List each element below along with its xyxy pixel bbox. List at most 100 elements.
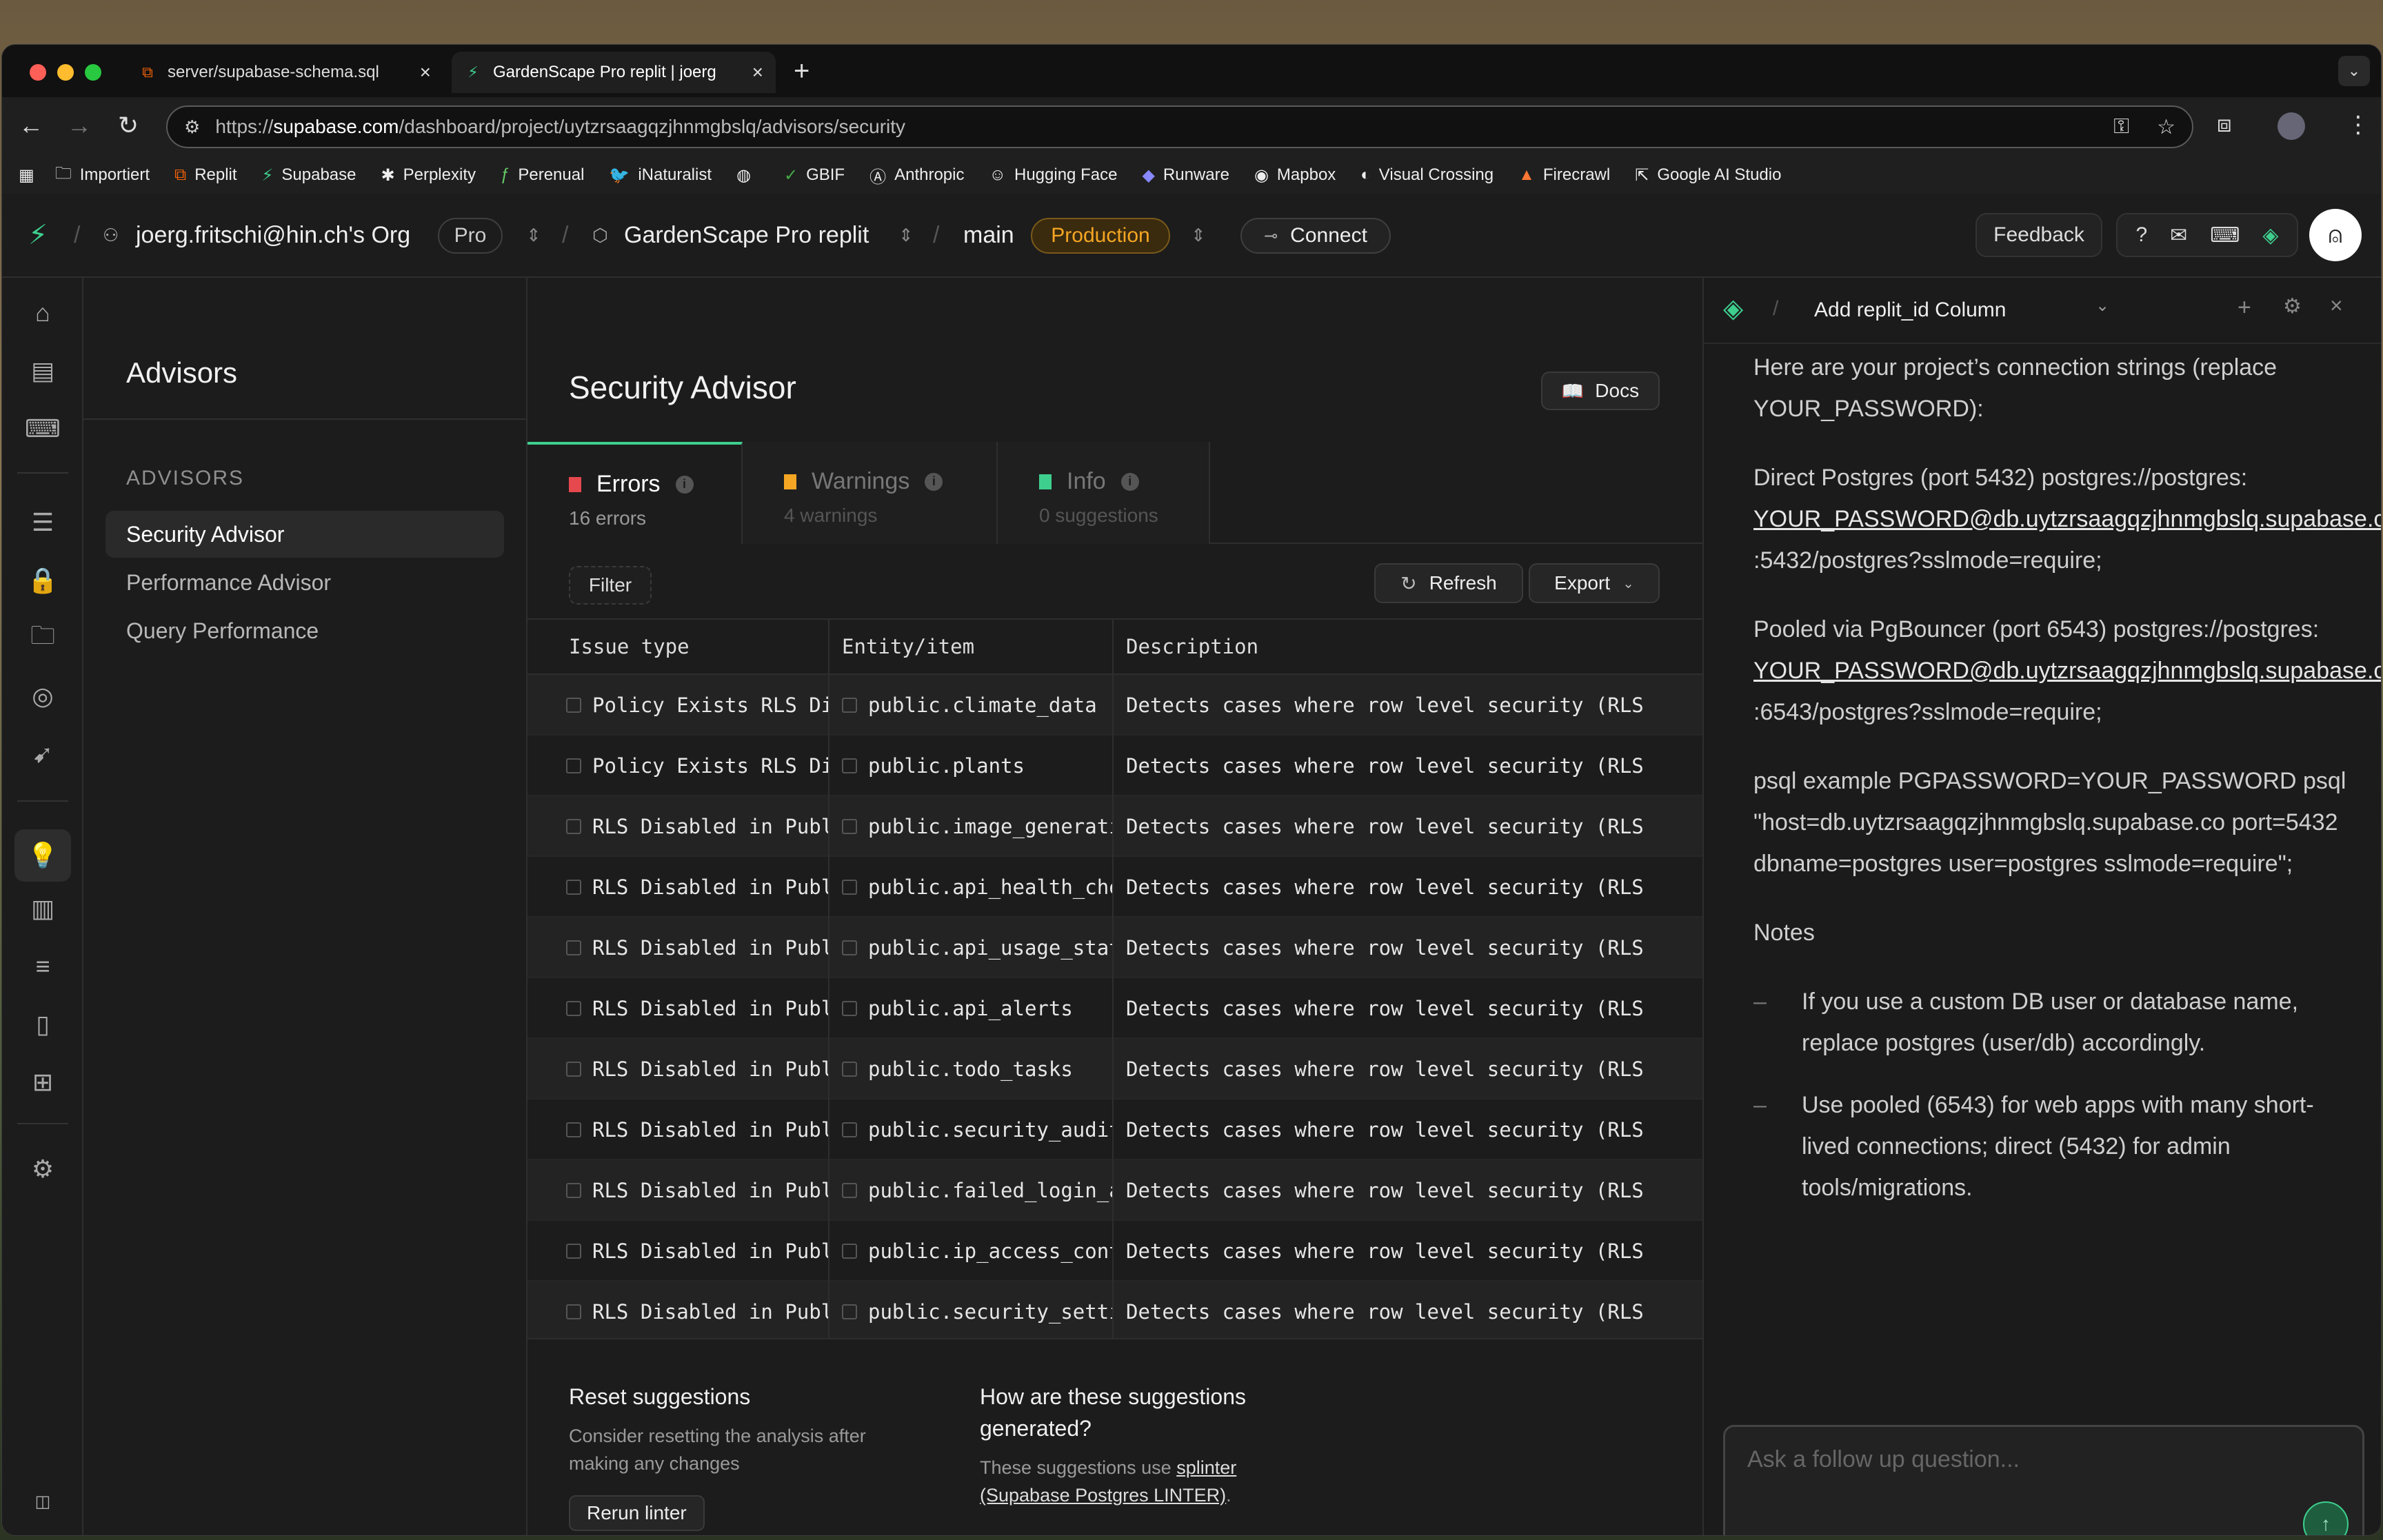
bookmark-replit[interactable]: ⧉ Replit [174,165,237,185]
table-row[interactable]: RLS Disabled in Public public.security_au… [527,1100,1702,1160]
api-docs-icon[interactable]: ▯ [26,1007,60,1042]
maximize-window-button[interactable] [85,64,101,81]
password-key-icon[interactable]: ⚿ [2113,115,2129,139]
tab-warnings[interactable]: Warnings i 4 warnings [743,442,998,544]
close-tab-icon[interactable]: × [420,61,431,83]
ai-assistant-icon[interactable]: ◈ [2262,223,2278,247]
bookmark-mapbox[interactable]: ◉ Mapbox [1254,165,1336,185]
connect-button[interactable]: ⊸ Connect [1240,218,1391,254]
new-chat-icon[interactable]: + [2238,294,2251,321]
branch-switcher-chevron-icon[interactable]: ⇕ [1191,225,1206,246]
filter-button[interactable]: Filter [569,566,652,605]
settings-gear-icon[interactable]: ⚙ [2283,294,2302,318]
rerun-linter-button[interactable]: Rerun linter [569,1495,705,1531]
bookmark-supabase[interactable]: ⚡ Supabase [262,165,356,185]
table-row[interactable]: Policy Exists RLS Disabled public.climate… [527,675,1702,736]
site-settings-icon[interactable]: ⚙ [184,116,200,138]
new-tab-button[interactable]: + [794,56,810,87]
table-row[interactable]: RLS Disabled in Public public.api_usage_s… [527,918,1702,978]
table-row[interactable]: Policy Exists RLS Disabled public.plants D… [527,736,1702,796]
tab-info[interactable]: Info i 0 suggestions [998,442,1210,544]
extensions-icon[interactable]: ⧈ [2217,111,2232,138]
edge-functions-icon[interactable]: ◎ [26,679,60,713]
address-bar[interactable]: ⚙ https://supabase.com/dashboard/project… [166,105,2193,148]
menu-item-security-advisor[interactable]: Security Advisor [105,511,504,558]
menu-item-performance-advisor[interactable]: Performance Advisor [105,559,504,606]
bookmark-visual-crossing[interactable]: ◐ Visual Crossing [1360,165,1494,185]
chevron-down-icon[interactable]: ⌄ [2095,296,2109,316]
bookmark-perenual[interactable]: ƒ Perenual [501,165,584,185]
column-header-entity[interactable]: Entity/item [829,620,1114,675]
org-selector[interactable]: joerg.fritschi@hin.ch's Org [136,222,410,249]
logs-icon[interactable]: ≡ [26,949,60,984]
bookmark-firecrawl[interactable]: ▲ Firecrawl [1518,165,1610,185]
home-icon[interactable]: ⌂ [26,296,60,330]
bookmark-star-icon[interactable]: ☆ [2157,115,2175,139]
close-tab-icon[interactable]: × [752,61,763,83]
table-row[interactable]: RLS Disabled in Public public.todo_tasks D… [527,1039,1702,1100]
table-row[interactable]: RLS Disabled in Public public.failed_logi… [527,1160,1702,1221]
branch-selector[interactable]: main [963,222,1014,249]
column-header-issue-type[interactable]: Issue type [527,620,829,675]
bookmark-importiert[interactable]: 🗀 Importiert [55,161,150,190]
browser-tab-schema[interactable]: ⧉ server/supabase-schema.sql × [126,52,443,93]
realtime-icon[interactable]: ➹ [26,737,60,771]
org-switcher-chevron-icon[interactable]: ⇕ [526,225,541,246]
tab-errors[interactable]: Errors i 16 errors [527,442,743,544]
chat-title[interactable]: Add replit_id Column [1814,298,2006,322]
apps-grid-icon[interactable]: ▦ [19,165,34,185]
reports-icon[interactable]: ▥ [26,891,60,926]
bookmark-runware[interactable]: ◆ Runware [1142,165,1229,185]
sql-editor-icon[interactable]: ⌨ [25,412,61,446]
profile-avatar[interactable] [2278,112,2305,140]
advisors-lightbulb-icon[interactable]: 💡 [14,829,71,882]
auth-lock-icon[interactable]: 🔒 [26,563,60,598]
refresh-button[interactable]: ↻ Refresh [1374,563,1523,603]
help-icon[interactable]: ? [2135,223,2147,247]
settings-gear-icon[interactable]: ⚙ [26,1152,60,1186]
info-icon[interactable]: i [925,472,943,491]
send-arrow-icon[interactable]: ↑ [2303,1501,2349,1535]
more-menu-icon[interactable]: ⋮ [2346,111,2370,139]
database-icon[interactable]: ☰ [26,505,60,540]
table-editor-icon[interactable]: ▤ [26,354,60,388]
follow-up-input[interactable]: Ask a follow up question... ↑ [1723,1425,2364,1535]
tab-search-button[interactable]: ⌄ [2338,56,2370,86]
bookmark-inaturalist[interactable]: 🐦 iNaturalist [609,165,712,185]
integrations-icon[interactable]: ⊞ [26,1065,60,1100]
table-row[interactable]: RLS Disabled in Public public.api_alerts D… [527,978,1702,1039]
direct-host-link[interactable]: YOUR_PASSWORD@db.uytzrsaagqzjhnmgbslq.su… [1753,506,2381,532]
docs-button[interactable]: 📖 Docs [1541,372,1660,410]
inbox-icon[interactable]: ✉ [2170,223,2187,247]
menu-item-query-performance[interactable]: Query Performance [105,607,504,654]
table-row[interactable]: RLS Disabled in Public public.api_health_… [527,857,1702,918]
feedback-button[interactable]: Feedback [1975,213,2102,257]
bookmark-globe[interactable]: ◍ [736,165,759,185]
bookmark-anthropic[interactable]: Ⓐ Anthropic [869,163,964,188]
forward-arrow-icon[interactable]: → [67,111,92,140]
user-avatar[interactable]: ⍝ [2309,209,2362,261]
reload-icon[interactable]: ↻ [118,111,139,140]
browser-tab-supabase[interactable]: ⚡ GardenScape Pro replit | joerg × [452,52,776,93]
project-switcher-chevron-icon[interactable]: ⇕ [898,225,914,246]
terminal-icon[interactable]: ⌨ [2210,223,2240,247]
bookmark-perplexity[interactable]: ✱ Perplexity [381,165,476,185]
pooled-host-link[interactable]: YOUR_PASSWORD@db.uytzrsaagqzjhnmgbslq.su… [1753,658,2381,684]
bookmark-gbif[interactable]: ✓ GBIF [784,165,845,185]
collapse-sidebar-icon[interactable]: ◫ [26,1484,60,1519]
project-selector[interactable]: GardenScape Pro replit [624,222,869,249]
column-header-description[interactable]: Description [1114,620,1702,675]
close-window-button[interactable] [30,64,46,81]
bookmark-hugging-face[interactable]: ☺ Hugging Face [989,165,1117,185]
info-icon[interactable]: i [1120,472,1139,491]
info-icon[interactable]: i [675,475,694,494]
table-row[interactable]: RLS Disabled in Public public.security_se… [527,1281,1702,1338]
minimize-window-button[interactable] [57,64,74,81]
bookmark-google-ai-studio[interactable]: ⇱ Google AI Studio [1635,165,1781,185]
table-row[interactable]: RLS Disabled in Public public.image_gener… [527,796,1702,857]
close-icon[interactable]: × [2330,293,2343,318]
back-arrow-icon[interactable]: ← [19,111,43,140]
table-row[interactable]: RLS Disabled in Public public.ip_access_c… [527,1221,1702,1281]
supabase-logo[interactable]: ⚡ [28,219,48,251]
storage-icon[interactable]: 🗀 [26,621,60,656]
